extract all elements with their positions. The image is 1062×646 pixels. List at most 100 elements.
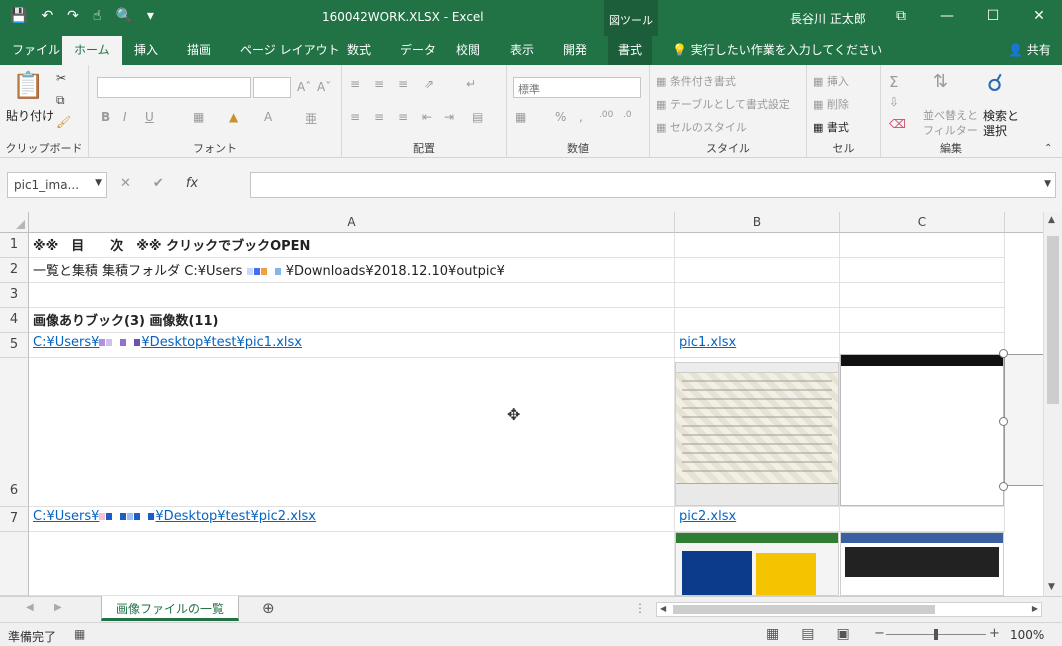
page-layout-view-icon[interactable]: ▤: [801, 626, 814, 642]
comma-style-icon[interactable]: ,: [579, 110, 583, 124]
customize-qat-icon[interactable]: ▾: [147, 8, 154, 24]
column-header-d[interactable]: [1005, 212, 1043, 233]
page-break-view-icon[interactable]: ▣: [836, 626, 849, 642]
align-top-icon[interactable]: ≡: [350, 77, 360, 91]
scroll-left-icon[interactable]: ◀: [660, 604, 666, 613]
resize-handle[interactable]: [999, 482, 1008, 491]
tell-me-box[interactable]: 💡 実行したい作業を入力してください: [672, 41, 882, 58]
share-button[interactable]: 👤 共有: [1008, 41, 1051, 58]
merge-center-icon[interactable]: ▤: [472, 110, 483, 124]
scroll-thumb[interactable]: [673, 605, 935, 614]
redo-icon[interactable]: ↷: [67, 8, 79, 24]
phonetic-icon[interactable]: 亜: [305, 110, 317, 127]
fill-color-icon[interactable]: ▲: [229, 110, 238, 124]
scroll-thumb[interactable]: [1047, 236, 1059, 404]
row-header-6[interactable]: 6: [0, 358, 29, 507]
cell-styles-button[interactable]: ▦ セルのスタイル: [656, 119, 747, 135]
format-painter-icon[interactable]: 🖌: [56, 115, 71, 129]
cell-a7-link[interactable]: C:¥Users¥ ¥Desktop¥test¥pic2.xlsx: [29, 507, 675, 532]
find-select-icon[interactable]: ☌: [987, 69, 1003, 97]
row-header-4[interactable]: 4: [0, 308, 29, 333]
decrease-font-icon[interactable]: Aˇ: [317, 80, 331, 94]
wrap-text-icon[interactable]: ↵: [466, 77, 476, 91]
row-header-1[interactable]: 1: [0, 233, 29, 258]
user-name[interactable]: 長谷川 正太郎: [790, 10, 866, 27]
cell-b3[interactable]: [675, 283, 840, 308]
delete-cells-button[interactable]: ▦ 削除: [813, 96, 849, 112]
percent-style-button[interactable]: %: [555, 110, 566, 124]
cell-b7-link[interactable]: pic2.xlsx: [675, 507, 840, 532]
horizontal-scrollbar[interactable]: ◀ ▶: [656, 602, 1042, 617]
tab-format[interactable]: 書式: [608, 36, 653, 65]
column-header-c[interactable]: C: [840, 212, 1005, 233]
enter-icon[interactable]: ✔: [153, 176, 164, 191]
cell-a3[interactable]: [29, 283, 675, 308]
cell-c7[interactable]: [840, 507, 1005, 532]
split-handle-icon[interactable]: ⋮: [634, 601, 646, 615]
formula-input[interactable]: ▼: [250, 172, 1056, 198]
expand-formula-bar-icon[interactable]: ▼: [1044, 179, 1051, 189]
tab-draw[interactable]: 描画: [187, 41, 211, 58]
clear-icon[interactable]: ⌫: [889, 117, 906, 131]
embedded-screenshot-pic4[interactable]: [675, 532, 839, 596]
row-header-5[interactable]: 5: [0, 333, 29, 358]
number-format-select[interactable]: 標準: [513, 77, 641, 98]
scroll-down-icon[interactable]: ▼: [1048, 582, 1055, 592]
increase-decimal-icon[interactable]: .00: [599, 110, 613, 120]
column-header-b[interactable]: B: [675, 212, 840, 233]
row-header-3[interactable]: 3: [0, 283, 29, 308]
copy-icon[interactable]: ⧉: [56, 93, 65, 108]
decrease-decimal-icon[interactable]: .0: [623, 110, 632, 120]
underline-button[interactable]: U: [145, 110, 154, 124]
borders-icon[interactable]: ▦: [193, 110, 204, 124]
zoom-slider-knob[interactable]: [934, 629, 938, 640]
zoom-level[interactable]: 100%: [1010, 628, 1044, 642]
print-preview-icon[interactable]: 🔍: [115, 8, 132, 24]
cell-b4[interactable]: [675, 308, 840, 333]
embedded-screenshot-pic2[interactable]: [840, 354, 1004, 506]
autosum-icon[interactable]: Σ: [889, 73, 898, 91]
cell-a6[interactable]: [29, 358, 675, 507]
sort-filter-label-1[interactable]: 並べ替えと: [923, 107, 978, 123]
collapse-ribbon-icon[interactable]: ⌃: [1044, 143, 1052, 154]
normal-view-icon[interactable]: ▦: [766, 626, 779, 642]
bold-button[interactable]: B: [101, 110, 110, 124]
fill-icon[interactable]: ⇩: [889, 95, 899, 109]
resize-handle[interactable]: [999, 417, 1008, 426]
row-header-8[interactable]: [0, 532, 29, 596]
cell-a2[interactable]: 一覧と集積 集積フォルダ C:¥Users ¥Downloads¥2018.12…: [29, 258, 675, 283]
align-bottom-icon[interactable]: ≡: [398, 77, 408, 91]
tab-file[interactable]: ファイル: [12, 41, 60, 58]
find-select-label-2[interactable]: 選択: [983, 122, 1007, 139]
format-as-table-button[interactable]: ▦ テーブルとして書式設定: [656, 96, 790, 112]
cell-b5-link[interactable]: pic1.xlsx: [675, 333, 840, 358]
cell-a5-link[interactable]: C:¥Users¥ ¥Desktop¥test¥pic1.xlsx: [29, 333, 675, 358]
cell-b1[interactable]: [675, 233, 840, 258]
resize-handle[interactable]: [999, 349, 1008, 358]
tab-formulas[interactable]: 数式: [347, 41, 371, 58]
align-right-icon[interactable]: ≡: [398, 110, 408, 124]
tab-developer[interactable]: 開発: [563, 41, 587, 58]
row-header-2[interactable]: 2: [0, 258, 29, 283]
zoom-slider[interactable]: [886, 629, 986, 640]
decrease-indent-icon[interactable]: ⇤: [422, 110, 432, 124]
cell-a8[interactable]: [29, 532, 675, 596]
align-center-icon[interactable]: ≡: [374, 110, 384, 124]
scroll-right-icon[interactable]: ▶: [1032, 604, 1038, 613]
conditional-formatting-button[interactable]: ▦ 条件付き書式: [656, 73, 736, 89]
italic-button[interactable]: I: [123, 110, 127, 124]
tab-review[interactable]: 校閲: [456, 41, 480, 58]
accounting-format-icon[interactable]: ▦: [515, 110, 526, 124]
minimize-button[interactable]: —: [924, 0, 970, 32]
add-sheet-icon[interactable]: ⊕: [262, 599, 275, 617]
sheet-tab-active[interactable]: 画像ファイルの一覧: [101, 596, 240, 621]
insert-function-icon[interactable]: fx: [186, 176, 198, 191]
sort-filter-icon[interactable]: ⇅: [933, 71, 948, 92]
tab-data[interactable]: データ: [400, 41, 436, 58]
paste-label[interactable]: 貼り付け: [6, 107, 54, 124]
cell-c3[interactable]: [840, 283, 1005, 308]
close-button[interactable]: ✕: [1016, 0, 1062, 32]
increase-font-icon[interactable]: Aˆ: [297, 80, 311, 94]
column-header-a[interactable]: A: [29, 212, 675, 233]
cancel-icon[interactable]: ✕: [120, 176, 131, 191]
